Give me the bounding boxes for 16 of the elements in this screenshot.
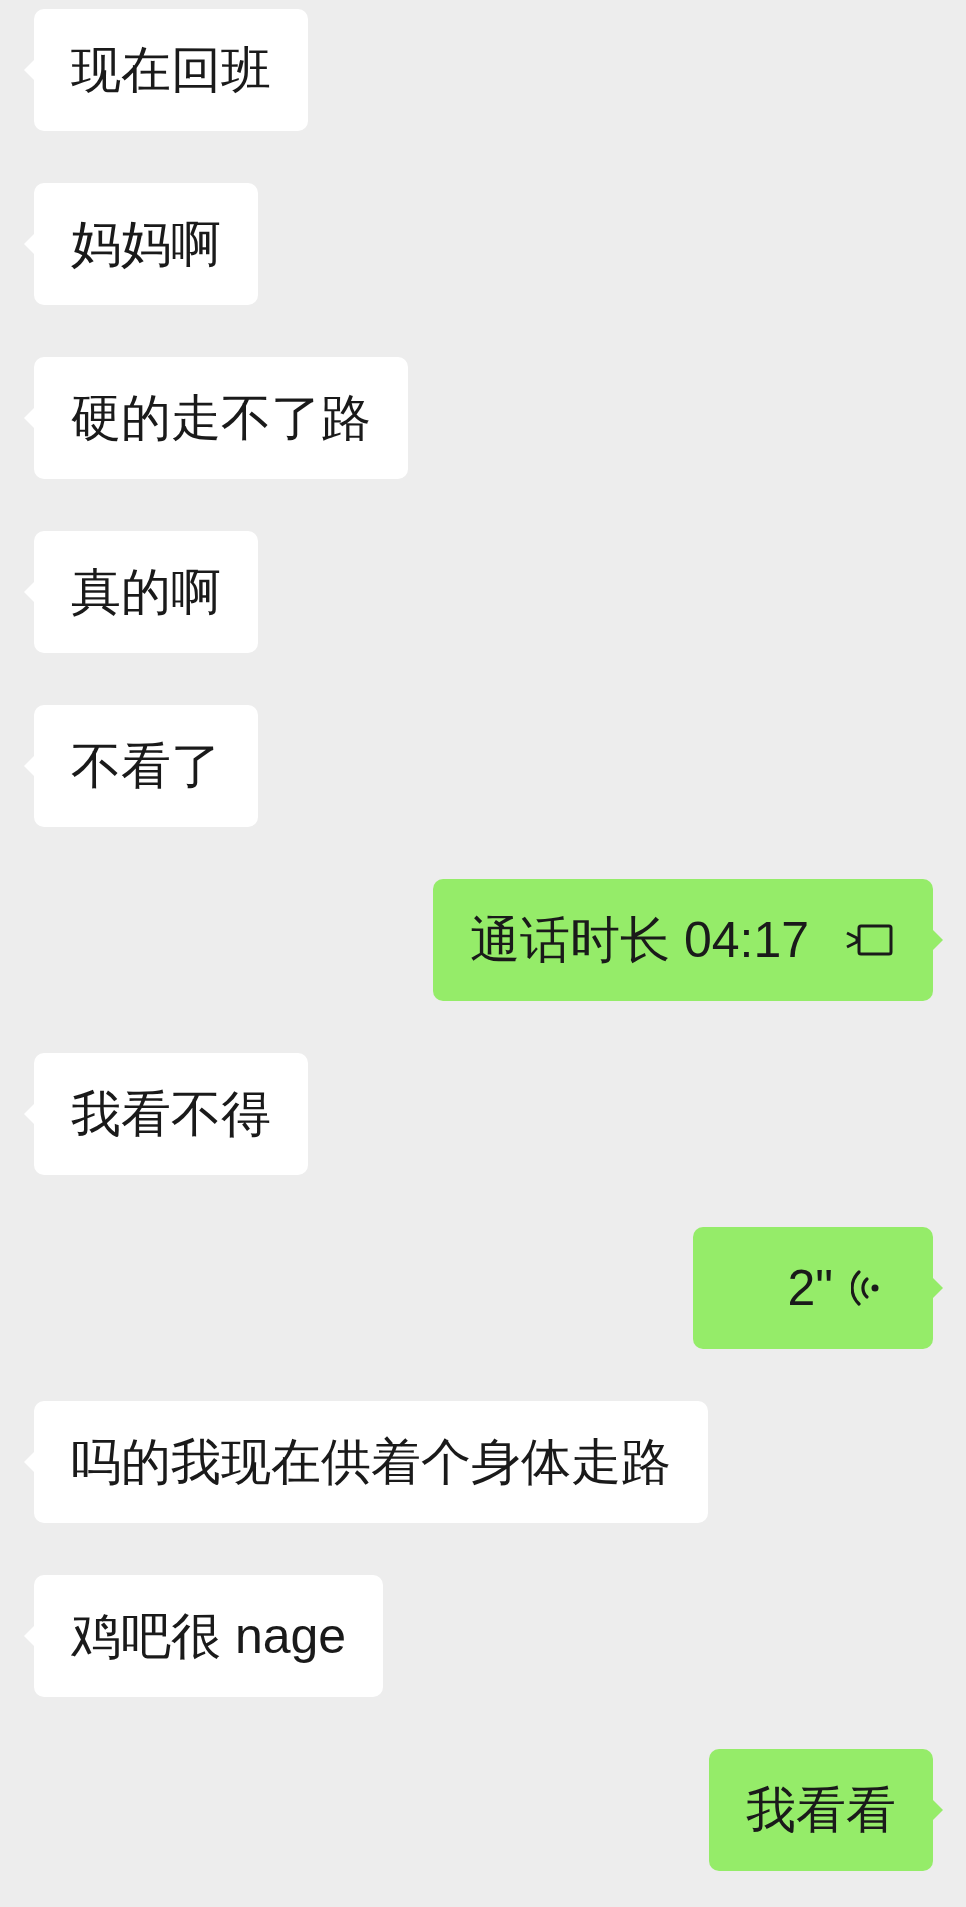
message-bubble: 吗的我现在供着个身体走路 bbox=[34, 1401, 708, 1523]
message-bubble: 不看了 bbox=[34, 705, 258, 827]
message-bubble: 通话时长 04:17 bbox=[433, 879, 933, 1001]
video-camera-icon bbox=[845, 923, 893, 957]
message-bubble: 鸡吧很 nage bbox=[34, 1575, 384, 1697]
bubble-tail bbox=[933, 1278, 943, 1298]
message-bubble: 真的啊 bbox=[34, 531, 258, 653]
message-bubble: 2" bbox=[693, 1227, 933, 1349]
voice-wave-icon bbox=[851, 1268, 881, 1308]
message-bubble: 硬的走不了路 bbox=[34, 357, 408, 479]
message-bubble: 妈妈啊 bbox=[34, 183, 258, 305]
message-bubble: 我看不得 bbox=[34, 1053, 308, 1175]
message-bubble: 我看看 bbox=[709, 1749, 933, 1871]
bubble-tail bbox=[933, 930, 943, 950]
message-bubble: 现在回班 bbox=[34, 9, 308, 131]
bubble-tail bbox=[933, 1800, 943, 1820]
